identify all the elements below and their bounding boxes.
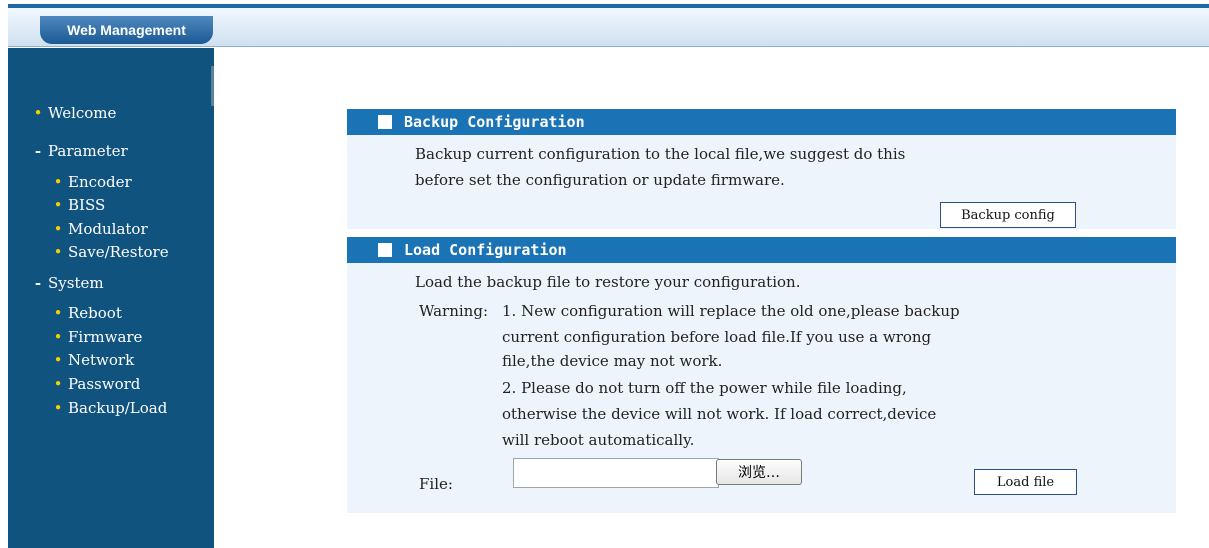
top-border — [0, 0, 1209, 8]
load-section-header: Load Configuration — [347, 237, 1176, 263]
sidebar-item-save-restore[interactable]: • Save/Restore — [48, 243, 169, 261]
file-label: File: — [419, 475, 453, 493]
sidebar-item-label: BISS — [68, 196, 106, 214]
bullet-icon: • — [53, 173, 63, 191]
backup-section: Backup Configuration Backup current conf… — [347, 109, 1176, 229]
square-icon — [378, 243, 392, 257]
bullet-icon: • — [53, 351, 63, 369]
sidebar-item-label: Welcome — [48, 104, 117, 122]
sidebar-item-label: Encoder — [68, 173, 132, 191]
sidebar-item-label: Save/Restore — [68, 243, 169, 261]
sidebar-item-welcome[interactable]: • Welcome — [28, 104, 117, 122]
bullet-icon: • — [53, 375, 63, 393]
backup-desc-line1: Backup current configuration to the loca… — [415, 145, 906, 163]
sidebar-item-password[interactable]: • Password — [48, 375, 141, 393]
file-path-input[interactable] — [513, 458, 719, 488]
sidebar-item-network[interactable]: • Network — [48, 351, 135, 369]
warning-2-line1: 2. Please do not turn off the power whil… — [502, 379, 907, 397]
bullet-icon: • — [53, 304, 63, 322]
load-file-button[interactable]: Load file — [974, 469, 1077, 495]
warning-1-line2: current configuration before load file.I… — [502, 328, 932, 346]
sidebar-edge — [211, 66, 214, 106]
sidebar-item-system[interactable]: - System — [28, 274, 104, 292]
bullet-icon: • — [33, 104, 43, 122]
sidebar-item-label: Parameter — [48, 142, 128, 160]
bullet-icon: • — [53, 243, 63, 261]
backup-config-button[interactable]: Backup config — [940, 202, 1076, 228]
sidebar-item-label: Network — [68, 351, 135, 369]
warning-2-line3: will reboot automatically. — [502, 431, 695, 449]
load-intro: Load the backup file to restore your con… — [415, 273, 801, 291]
square-icon — [378, 115, 392, 129]
sidebar-item-backup-load[interactable]: • Backup/Load — [48, 399, 168, 417]
header-bar: Web Management — [8, 8, 1209, 47]
sidebar-item-label: System — [48, 274, 104, 292]
backup-desc-line2: before set the configuration or update f… — [415, 171, 785, 189]
bullet-icon: • — [53, 196, 63, 214]
bullet-icon: • — [53, 328, 63, 346]
warning-2-line2: otherwise the device will not work. If l… — [502, 405, 937, 423]
bullet-icon: • — [53, 399, 63, 417]
sidebar: • Welcome - Parameter • Encoder • BISS • Modulato… — [8, 48, 214, 548]
sidebar-item-firmware[interactable]: • Firmware — [48, 328, 143, 346]
load-section: Load Configuration Load the backup file … — [347, 237, 1176, 513]
sidebar-item-biss[interactable]: • BISS — [48, 196, 106, 214]
browse-button[interactable]: 浏览… — [716, 459, 802, 485]
warning-1-line3: file,the device may not work. — [502, 352, 723, 370]
sidebar-item-parameter[interactable]: - Parameter — [28, 142, 128, 160]
sidebar-item-label: Password — [68, 375, 141, 393]
sidebar-item-encoder[interactable]: • Encoder — [48, 173, 132, 191]
sidebar-item-label: Firmware — [68, 328, 143, 346]
sidebar-item-modulator[interactable]: • Modulator — [48, 220, 148, 238]
sidebar-item-reboot[interactable]: • Reboot — [48, 304, 122, 322]
warning-1-line1: 1. New configuration will replace the ol… — [502, 302, 960, 320]
minus-icon: - — [34, 142, 42, 160]
warning-label: Warning: — [419, 302, 489, 320]
load-title: Load Configuration — [404, 241, 567, 259]
sidebar-item-label: Reboot — [68, 304, 122, 322]
backup-section-header: Backup Configuration — [347, 109, 1176, 135]
backup-title: Backup Configuration — [404, 113, 585, 131]
sidebar-item-label: Backup/Load — [68, 399, 168, 417]
web-management-tab[interactable]: Web Management — [40, 16, 213, 44]
sidebar-item-label: Modulator — [68, 220, 148, 238]
minus-icon: - — [34, 274, 42, 292]
bullet-icon: • — [53, 220, 63, 238]
